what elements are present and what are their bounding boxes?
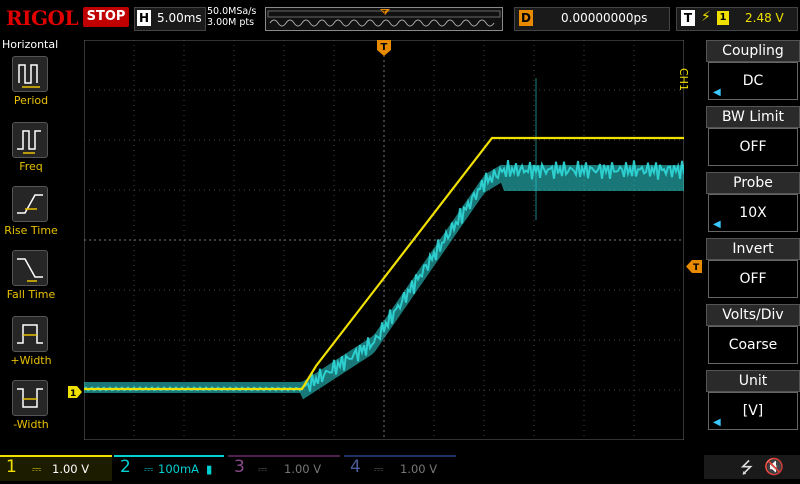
memory-overview-bar[interactable]: T <box>265 7 503 31</box>
dc-coupling-icon: ⎓ <box>144 462 154 476</box>
dc-coupling-icon: ⎓ <box>258 462 268 476</box>
menu-bw-limit[interactable]: BW Limit OFF <box>706 106 800 168</box>
trigger-position-marker[interactable]: T <box>377 40 391 56</box>
memory-depth: 3.00M pts <box>207 17 255 28</box>
waveform-display[interactable] <box>83 39 685 441</box>
trigger-letter: T <box>681 10 695 26</box>
measure-rise-time[interactable]: Rise Time <box>0 186 62 250</box>
measure-minus-width[interactable]: -Width <box>0 380 62 444</box>
battery-icon: ▮ <box>206 462 213 476</box>
menu-probe[interactable]: Probe ◀ 10X <box>706 172 800 234</box>
measure-freq[interactable]: Freq <box>0 122 62 186</box>
system-status: ⭍ 🔇 <box>704 455 800 479</box>
ch1-offset-marker[interactable]: 1 <box>68 383 82 399</box>
delay-letter: D <box>519 10 533 26</box>
dc-coupling-icon: ⎓ <box>32 462 42 476</box>
timebase-value: 5.00ms <box>157 11 202 25</box>
sample-rate: 50.0MSa/s <box>207 6 257 17</box>
waveform-grid <box>83 39 685 441</box>
memory-overview-waveform: T <box>267 9 501 27</box>
memory-trigger-letter: T <box>381 9 387 17</box>
acquisition-info: 50.0MSa/s 3.00M pts <box>207 6 256 28</box>
horizontal-measure-panel: Horizontal Period Freq Rise Time Fall Ti… <box>0 36 62 448</box>
rise-time-icon <box>12 186 48 222</box>
trigger-source: 1 <box>717 11 729 25</box>
panel-title: Horizontal <box>2 38 59 51</box>
run-stop-button[interactable]: STOP <box>83 7 129 27</box>
dc-coupling-icon: ⎓ <box>374 462 384 476</box>
fall-time-icon <box>12 250 48 286</box>
freq-icon <box>12 122 48 158</box>
menu-volts-div[interactable]: Volts/Div Coarse <box>706 304 800 366</box>
channel-menu: Coupling ◀ DC BW Limit OFF Probe ◀ 10X Inv… <box>706 40 800 440</box>
measure-plus-width[interactable]: +Width <box>0 316 62 380</box>
period-icon <box>12 56 48 92</box>
svg-text:T: T <box>381 42 388 53</box>
channel-3-button[interactable]: 3 ⎓ 1.00 V <box>228 455 340 481</box>
speaker-muted-icon: 🔇 <box>764 457 784 476</box>
measure-fall-time[interactable]: Fall Time <box>0 250 62 314</box>
svg-text:T: T <box>693 263 700 273</box>
channel-tag: CH1 <box>677 68 690 91</box>
channel-1-button[interactable]: 1 ⎓ 1.00 V <box>0 455 112 481</box>
menu-invert[interactable]: Invert OFF <box>706 238 800 300</box>
channel-2-button[interactable]: 2 ⎓ 100mA ▮ <box>114 455 224 481</box>
channel-4-button[interactable]: 4 ⎓ 1.00 V <box>344 455 456 481</box>
arrow-left-icon: ◀ <box>713 417 721 428</box>
delay-display[interactable]: D 0.00000000ps <box>514 7 670 31</box>
top-status-bar: RIGOL STOP H 5.00ms 50.0MSa/s 3.00M pts … <box>0 0 800 36</box>
rising-edge-icon: ⚡ <box>701 9 711 25</box>
trigger-level-marker[interactable]: T <box>686 258 702 273</box>
trigger-display[interactable]: T ⚡ 1 2.48 V <box>676 7 798 31</box>
plus-width-icon <box>12 316 48 352</box>
menu-coupling[interactable]: Coupling ◀ DC <box>706 40 800 102</box>
channel-bar: 1 ⎓ 1.00 V 2 ⎓ 100mA ▮ 3 ⎓ 1.00 V 4 ⎓ 1.… <box>0 452 800 481</box>
horizontal-letter: H <box>137 10 151 26</box>
trigger-level: 2.48 V <box>745 11 784 25</box>
delay-value: 0.00000000ps <box>561 11 648 25</box>
svg-text:1: 1 <box>70 389 76 398</box>
measure-period[interactable]: Period <box>0 56 62 120</box>
menu-unit[interactable]: Unit ◀ [V] <box>706 370 800 432</box>
horizontal-timebase[interactable]: H 5.00ms <box>134 7 206 31</box>
brand-logo: RIGOL <box>6 6 79 30</box>
minus-width-icon <box>12 380 48 416</box>
